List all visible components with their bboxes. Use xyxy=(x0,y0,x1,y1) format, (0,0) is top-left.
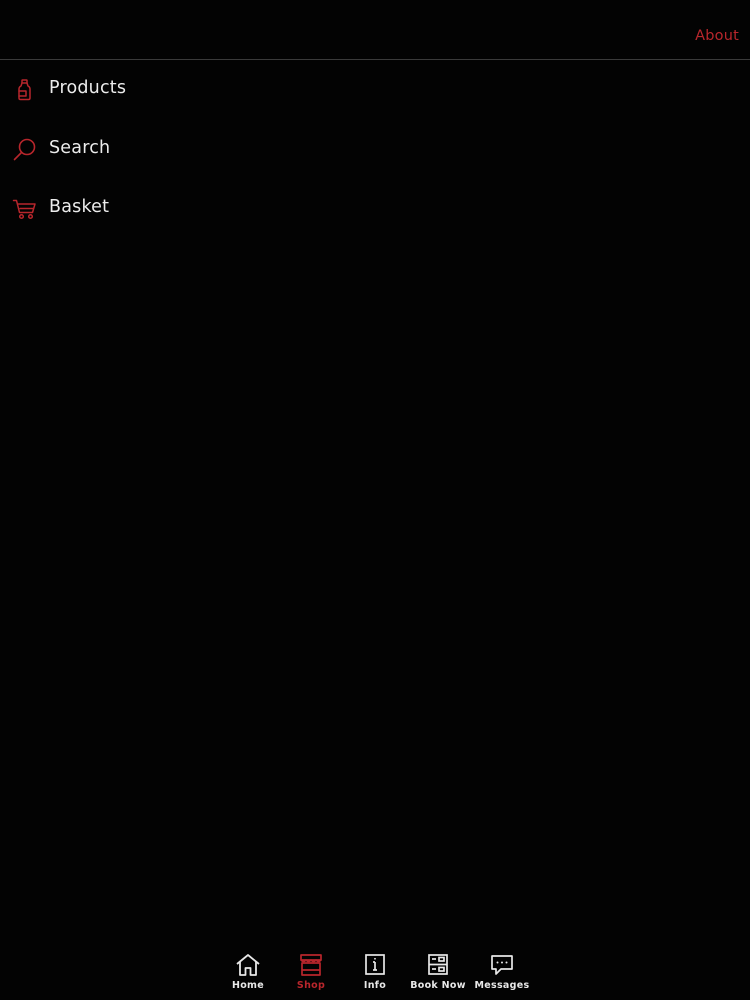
cart-icon xyxy=(12,196,38,222)
menu-item-label: Search xyxy=(49,137,111,158)
bottle-icon xyxy=(12,77,38,103)
tab-label: Book Now xyxy=(410,980,466,991)
search-icon xyxy=(12,137,38,163)
top-bar: About xyxy=(0,0,750,60)
tab-book-now[interactable]: Book Now xyxy=(406,946,470,1000)
menu-item-label: Basket xyxy=(49,197,110,217)
menu-item-label: Products xyxy=(49,78,127,98)
menu-item-basket[interactable]: Basket xyxy=(0,179,750,239)
shop-icon xyxy=(298,953,324,977)
messages-icon xyxy=(489,953,515,977)
menu-item-search[interactable]: Search xyxy=(0,120,750,180)
tab-home[interactable]: Home xyxy=(216,946,280,1000)
tab-label: Shop xyxy=(296,980,326,991)
tab-label: Messages xyxy=(474,980,530,991)
tab-label: Info xyxy=(363,980,387,991)
tab-label: Home xyxy=(231,980,265,991)
tab-shop[interactable]: Shop xyxy=(279,946,343,1000)
tab-messages[interactable]: Messages xyxy=(470,946,534,1000)
menu-item-products[interactable]: Products xyxy=(0,60,750,120)
book-now-icon xyxy=(425,953,451,977)
bottom-tab-bar: Home Shop Info Book Now Messages xyxy=(0,946,750,1000)
app-screen: About Products Search Basket Home Shop I… xyxy=(0,0,750,1000)
tab-info[interactable]: Info xyxy=(343,946,407,1000)
home-icon xyxy=(235,953,261,977)
shop-menu: Products Search Basket xyxy=(0,60,750,239)
info-icon xyxy=(362,953,388,977)
about-link[interactable]: About xyxy=(695,28,739,44)
